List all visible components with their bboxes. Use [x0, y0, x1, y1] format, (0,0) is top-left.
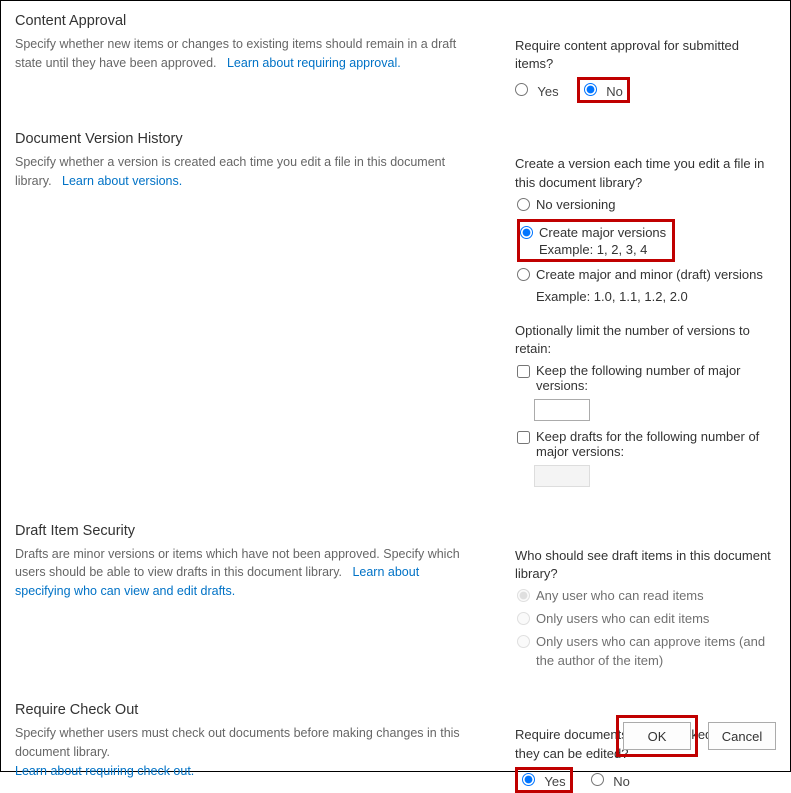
version-major-radio[interactable] — [520, 226, 533, 239]
keep-major-checkbox[interactable] — [517, 365, 530, 378]
keep-major-label: Keep the following number of major versi… — [536, 363, 776, 393]
content-approval-no-radio[interactable] — [584, 83, 597, 96]
checkout-yes-radio[interactable] — [522, 773, 535, 786]
keep-drafts-label: Keep drafts for the following number of … — [536, 429, 776, 459]
checkout-yes-option[interactable]: Yes — [522, 774, 566, 789]
content-approval-question: Require content approval for submitted i… — [515, 37, 776, 73]
content-approval-no-highlight: No — [577, 77, 630, 103]
content-approval-title: Content Approval — [15, 13, 475, 29]
cancel-button[interactable]: Cancel — [708, 722, 776, 750]
content-approval-link[interactable]: Learn about requiring approval. — [227, 56, 401, 70]
version-history-link[interactable]: Learn about versions. — [62, 174, 182, 188]
draft-read-option: Any user who can read items — [517, 587, 776, 606]
keep-major-input[interactable] — [534, 399, 590, 421]
checkout-no-radio[interactable] — [591, 773, 604, 786]
version-limit-label: Optionally limit the number of versions … — [515, 322, 776, 358]
content-approval-no-label: No — [606, 84, 623, 99]
version-minor-example: Example: 1.0, 1.1, 1.2, 2.0 — [536, 289, 776, 304]
version-minor-option[interactable]: Create major and minor (draft) versions — [517, 266, 776, 285]
draft-edit-label: Only users who can edit items — [536, 610, 709, 629]
checkout-desc-text: Specify whether users must check out doc… — [15, 726, 460, 759]
content-approval-desc: Specify whether new items or changes to … — [15, 35, 475, 73]
draft-read-label: Any user who can read items — [536, 587, 704, 606]
version-question: Create a version each time you edit a fi… — [515, 155, 776, 191]
keep-major-option[interactable]: Keep the following number of major versi… — [517, 363, 776, 393]
version-none-label: No versioning — [536, 196, 616, 215]
keep-drafts-input — [534, 465, 590, 487]
draft-security-desc: Drafts are minor versions or items which… — [15, 545, 475, 601]
checkout-desc: Specify whether users must check out doc… — [15, 724, 475, 780]
version-major-example: Example: 1, 2, 3, 4 — [539, 242, 666, 257]
ok-button-highlight: OK — [616, 715, 698, 757]
checkout-title: Require Check Out — [15, 702, 475, 718]
draft-approve-option: Only users who can approve items (and th… — [517, 633, 776, 671]
version-history-title: Document Version History — [15, 131, 475, 147]
checkout-no-option[interactable]: No — [591, 771, 630, 789]
draft-approve-radio — [517, 635, 530, 648]
checkout-no-label: No — [613, 774, 630, 789]
draft-edit-radio — [517, 612, 530, 625]
draft-security-title: Draft Item Security — [15, 523, 475, 539]
draft-read-radio — [517, 589, 530, 602]
version-none-option[interactable]: No versioning — [517, 196, 776, 215]
version-major-label: Create major versions — [539, 224, 666, 243]
draft-approve-label: Only users who can approve items (and th… — [536, 633, 776, 671]
version-major-option[interactable]: Create major versions — [520, 224, 666, 243]
version-history-desc: Specify whether a version is created eac… — [15, 153, 475, 191]
content-approval-no-option[interactable]: No — [584, 84, 623, 99]
draft-edit-option: Only users who can edit items — [517, 610, 776, 629]
draft-question: Who should see draft items in this docum… — [515, 547, 776, 583]
version-major-highlight: Create major versions Example: 1, 2, 3, … — [517, 219, 675, 263]
version-minor-label: Create major and minor (draft) versions — [536, 266, 763, 285]
keep-drafts-option[interactable]: Keep drafts for the following number of … — [517, 429, 776, 459]
checkout-yes-label: Yes — [544, 774, 565, 789]
content-approval-yes-radio[interactable] — [515, 83, 528, 96]
checkout-link[interactable]: Learn about requiring check out. — [15, 764, 194, 778]
content-approval-yes-option[interactable]: Yes — [515, 81, 559, 99]
version-none-radio[interactable] — [517, 198, 530, 211]
keep-drafts-checkbox[interactable] — [517, 431, 530, 444]
content-approval-yes-label: Yes — [537, 84, 558, 99]
footer: OK Cancel — [616, 715, 776, 757]
ok-button[interactable]: OK — [623, 722, 691, 750]
version-minor-radio[interactable] — [517, 268, 530, 281]
checkout-yes-highlight: Yes — [515, 767, 573, 793]
